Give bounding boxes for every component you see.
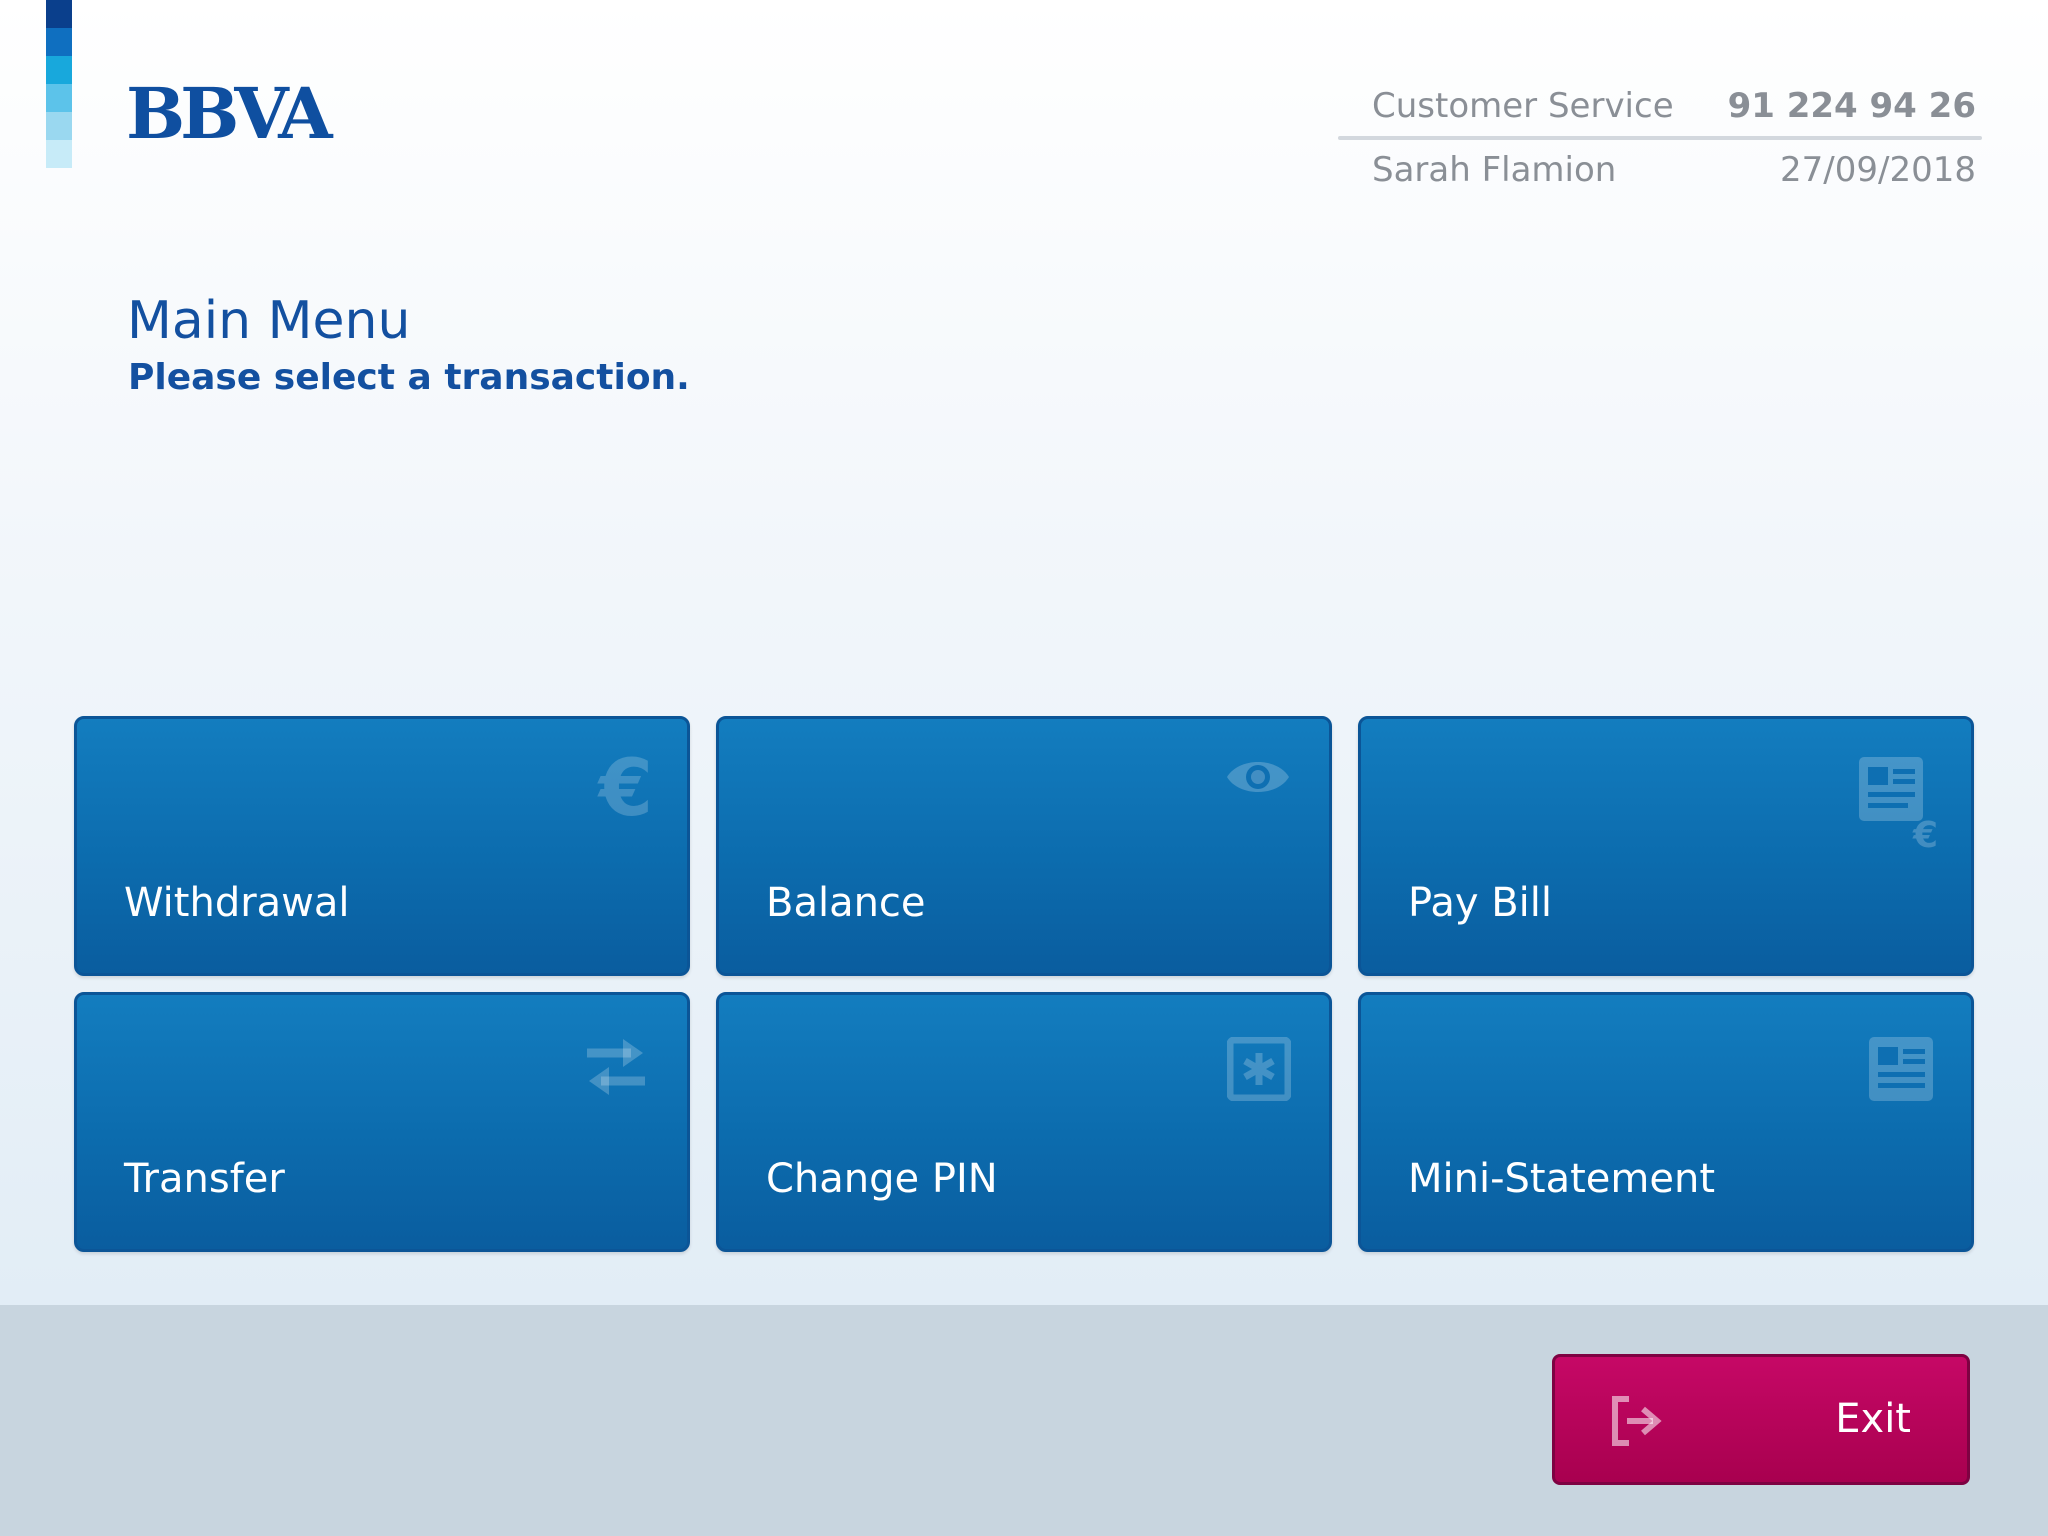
pin-asterisk-icon xyxy=(1226,1036,1292,1105)
customer-service-label: Customer Service xyxy=(1372,86,1674,126)
balance-button[interactable]: Balance xyxy=(716,716,1332,976)
exit-button[interactable]: Exit xyxy=(1552,1354,1970,1485)
withdrawal-label: Withdrawal xyxy=(124,880,350,926)
transfer-label: Transfer xyxy=(124,1156,285,1202)
pay-bill-button[interactable]: € Pay Bill xyxy=(1358,716,1974,976)
bill-euro-icon: € xyxy=(1859,757,1943,857)
customer-service-phone: 91 224 94 26 xyxy=(1727,86,1976,126)
brand-stripe xyxy=(46,0,72,168)
page-subtitle: Please select a transaction. xyxy=(128,357,690,398)
transfer-arrows-icon xyxy=(583,1035,649,1103)
bbva-logo: BBVA xyxy=(126,72,333,155)
pay-bill-label: Pay Bill xyxy=(1408,880,1553,926)
balance-label: Balance xyxy=(766,880,926,926)
customer-service-row: Customer Service 91 224 94 26 xyxy=(1340,86,1980,130)
mini-statement-button[interactable]: Mini-Statement xyxy=(1358,992,1974,1252)
change-pin-button[interactable]: Change PIN xyxy=(716,992,1332,1252)
withdrawal-button[interactable]: € Withdrawal xyxy=(74,716,690,976)
svg-text:€: € xyxy=(1912,815,1938,853)
current-date: 27/09/2018 xyxy=(1780,150,1976,190)
header-divider xyxy=(1338,136,1982,140)
user-info-row: Sarah Flamion 27/09/2018 xyxy=(1340,150,1980,194)
page-title: Main Menu xyxy=(127,291,411,351)
transfer-button[interactable]: Transfer xyxy=(74,992,690,1252)
statement-icon xyxy=(1869,1037,1933,1105)
user-name: Sarah Flamion xyxy=(1372,150,1617,190)
mini-statement-label: Mini-Statement xyxy=(1408,1156,1716,1202)
change-pin-label: Change PIN xyxy=(766,1156,998,1202)
exit-icon xyxy=(1609,1395,1663,1451)
euro-icon: € xyxy=(598,744,653,834)
exit-label: Exit xyxy=(1835,1396,1911,1442)
eye-icon xyxy=(1225,753,1291,805)
